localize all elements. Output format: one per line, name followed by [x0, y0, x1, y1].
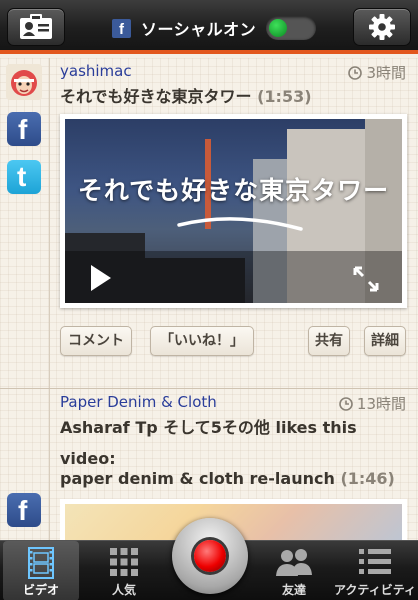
tab-video[interactable]: ビデオ — [3, 541, 79, 600]
tab-label: ビデオ — [22, 583, 59, 597]
post-duration: (1:53) — [257, 87, 312, 106]
tab-popular[interactable]: 人気 — [86, 541, 162, 600]
list-icon — [359, 549, 391, 574]
record-icon — [194, 540, 226, 572]
film-icon — [28, 547, 54, 579]
clock-icon — [348, 65, 363, 80]
record-button[interactable] — [172, 518, 248, 594]
post-title-line-1[interactable]: Asharaf Tp そして5その他 likes this — [60, 414, 357, 438]
brush-stroke-icon — [177, 217, 303, 231]
post-title-text: それでも好きな東京タワー — [60, 87, 252, 106]
tab-label: 友達 — [281, 583, 306, 597]
post-time-label: 13時間 — [356, 395, 406, 413]
post-username[interactable]: Paper Denim & Cloth — [60, 393, 217, 411]
feed-post: f t yashimac 3時間 それでも好きな東京タワー (1:53) それで… — [0, 58, 418, 388]
friends-icon — [276, 549, 312, 576]
facebook-icon: f — [18, 114, 28, 145]
like-button[interactable]: 「いいね！」 — [150, 326, 254, 356]
post-time: 13時間 — [339, 393, 406, 414]
comment-button[interactable]: コメント — [60, 326, 132, 356]
post-username[interactable]: yashimac — [60, 62, 132, 80]
facebook-icon: f — [112, 18, 131, 38]
facebook-icon: f — [18, 495, 28, 526]
post-title-line-3[interactable]: paper denim & cloth re-launch (1:46) — [60, 469, 395, 488]
id-card-icon — [20, 14, 52, 39]
grid-icon — [110, 548, 138, 576]
twitter-icon: t — [17, 161, 27, 192]
tab-label: 人気 — [111, 583, 136, 597]
social-toggle-group: f ソーシャルオン — [112, 15, 317, 41]
play-icon[interactable] — [91, 265, 111, 291]
post-title[interactable]: それでも好きな東京タワー (1:53) — [60, 83, 312, 107]
post-title-text: paper denim & cloth re-launch — [60, 469, 335, 488]
gear-icon — [369, 14, 395, 40]
share-facebook-button[interactable]: f — [7, 493, 41, 527]
settings-button[interactable] — [353, 8, 411, 46]
video-controls — [65, 251, 402, 303]
tab-label: アクティビティ — [334, 583, 416, 597]
fullscreen-icon[interactable] — [352, 265, 380, 293]
tab-friends[interactable]: 友達 — [256, 541, 332, 600]
share-twitter-button[interactable]: t — [7, 160, 41, 194]
video-thumbnail[interactable]: それでも好きな東京タワー — [60, 114, 407, 308]
post-time: 3時間 — [348, 62, 406, 83]
profile-card-button[interactable] — [7, 8, 65, 46]
video-feed[interactable]: f t yashimac 3時間 それでも好きな東京タワー (1:53) それで… — [0, 58, 418, 540]
clock-icon — [339, 396, 353, 411]
avatar[interactable] — [6, 64, 42, 100]
social-on-label: ソーシャルオン — [141, 20, 257, 39]
avatar-image — [6, 64, 42, 100]
tab-activity[interactable]: アクティビティ — [334, 541, 416, 600]
video-title-overlay: それでも好きな東京タワー — [77, 176, 390, 205]
post-sidebar: f t — [0, 58, 50, 388]
details-button[interactable]: 詳細 — [364, 326, 406, 356]
top-bar: f ソーシャルオン — [0, 0, 418, 54]
social-toggle[interactable] — [266, 16, 317, 40]
toggle-knob — [269, 19, 288, 37]
post-sidebar: f — [0, 389, 50, 540]
share-button[interactable]: 共有 — [308, 326, 350, 356]
share-facebook-button[interactable]: f — [7, 112, 41, 146]
post-duration: (1:46) — [340, 469, 395, 488]
post-actions: コメント 「いいね！」 共有 詳細 — [60, 326, 418, 360]
post-time-label: 3時間 — [366, 64, 406, 82]
post-title-line-2: video: — [60, 449, 116, 468]
